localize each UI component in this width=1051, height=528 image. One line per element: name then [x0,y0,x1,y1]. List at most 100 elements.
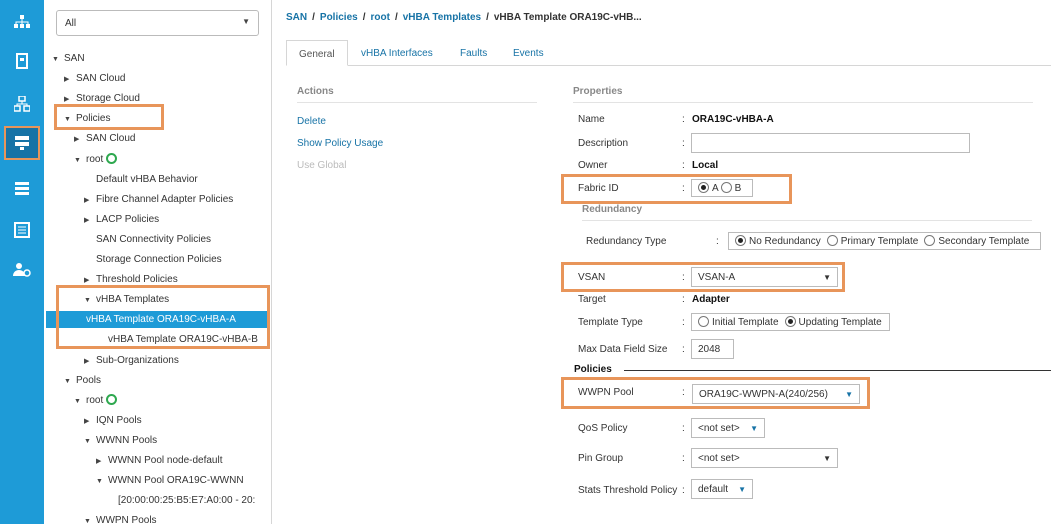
caret-right-icon[interactable]: ▶ [84,214,96,227]
fabric-b-radio[interactable]: B [719,182,741,194]
delete-link[interactable]: Delete [297,116,326,127]
user-settings-icon[interactable] [0,252,44,288]
caret-down-icon[interactable]: ▼ [96,475,108,488]
caret-right-icon[interactable]: ▶ [96,455,108,468]
caret-right-icon[interactable]: ▶ [74,133,86,146]
qos-policy-label: QoS Policy [578,423,628,434]
breadcrumb-link[interactable]: root [371,12,390,23]
tree-node[interactable]: ▶ SAN Cloud [64,72,125,86]
tree-node[interactable]: ▼ Pools [64,374,101,388]
caret-right-icon[interactable]: ▶ [84,415,96,428]
tree-node[interactable]: ▼ root [74,393,118,408]
initial-template-radio[interactable]: Initial Template [696,316,779,328]
tree-node[interactable]: ▶ SAN Cloud [74,132,135,146]
updating-template-radio[interactable]: Updating Template [783,316,882,328]
tree-node[interactable]: ▶ IQN Pools [84,414,142,428]
tree-node[interactable]: ▶ Threshold Policies [84,273,178,287]
breadcrumb: SAN / Policies / root / vHBA Templates / vHBA Te… [286,12,642,23]
caret-right-icon[interactable]: ▶ [64,73,76,86]
tree-node-label: SAN [64,53,85,64]
primary-template-radio[interactable]: Primary Template [825,235,918,247]
description-input[interactable] [691,133,970,153]
tree-node[interactable]: [20:00:00:25:B5:E7:A0:00 - 20: [118,494,255,507]
tree-node[interactable]: vHBA Template ORA19C-vHBA-A [46,311,268,329]
breadcrumb-current: vHBA Template ORA19C-vHB... [493,12,642,23]
tree-node-label: LACP Policies [96,213,160,225]
topology-icon[interactable] [0,4,44,40]
caret-down-icon[interactable]: ▼ [84,515,96,528]
tree-node[interactable]: ▼ Policies [64,112,110,126]
fabric-a-radio[interactable]: A [696,182,719,194]
caret-down-icon[interactable]: ▼ [64,113,76,126]
redundancy-type-radio-group: No Redundancy Primary Template Secondary… [728,232,1041,250]
tree-node[interactable]: ▶ Sub-Organizations [84,354,179,368]
vsan-select[interactable]: VSAN-A ▼ [691,267,838,287]
tab-vhba-interfaces[interactable]: vHBA Interfaces [349,40,445,66]
tree-node[interactable]: ▼ WWNN Pools [84,434,157,448]
colon: : [682,160,685,171]
navigation-tree: All ▼ ▼ SAN ▶ SAN Cloud ▶ Storage Cloud ▼ Polic… [44,0,272,526]
max-data-field-input[interactable]: 2048 [691,339,734,359]
tab-general[interactable]: General [286,40,348,66]
tree-node[interactable]: SAN Connectivity Policies [96,233,211,246]
tree-node[interactable]: Storage Connection Policies [96,253,222,266]
tree-node[interactable]: ▶ WWNN Pool node-default [96,454,223,468]
colon: : [682,423,685,434]
device-icon[interactable] [0,43,44,79]
caret-down-icon[interactable]: ▼ [52,53,64,66]
network-icon[interactable] [0,86,44,122]
org-root-icon [106,152,118,164]
pin-group-select[interactable]: <not set> ▼ [691,448,838,468]
chevron-down-icon: ▼ [738,485,746,494]
caret-right-icon[interactable]: ▶ [64,93,76,106]
caret-right-icon[interactable]: ▶ [84,355,96,368]
admin-icon[interactable] [0,212,44,248]
chevron-down-icon: ▼ [823,454,831,463]
main-content: SAN / Policies / root / vHBA Templates / vHBA Te… [272,0,1051,524]
tree-node[interactable]: ▼ WWNN Pool ORA19C-WWNN [96,474,244,488]
tree-node[interactable]: Default vHBA Behavior [96,173,198,186]
tree-node[interactable]: ▼ root [74,152,118,167]
radio-empty-icon [720,182,732,193]
stats-threshold-select[interactable]: default ▼ [691,479,753,499]
breadcrumb-link[interactable]: SAN [286,12,307,23]
stats-threshold-label: Stats Threshold Policy [578,485,678,496]
tree-node-label: [20:00:00:25:B5:E7:A0:00 - 20: [118,495,256,507]
redundancy-type-label: Redundancy Type [586,236,667,247]
no-redundancy-radio[interactable]: No Redundancy [733,235,821,247]
tree-node[interactable]: ▼ SAN [52,52,85,66]
caret-down-icon[interactable]: ▼ [74,154,86,167]
tab-events[interactable]: Events [501,40,556,66]
radio-empty-icon [826,235,838,246]
breadcrumb-separator: / [362,12,366,23]
breadcrumb-link[interactable]: vHBA Templates [403,12,481,23]
caret-down-icon[interactable]: ▼ [84,435,96,448]
colon: : [682,114,685,125]
tree-node-label: WWNN Pool node-default [108,455,223,466]
caret-right-icon[interactable]: ▶ [84,274,96,287]
breadcrumb-link[interactable]: Policies [320,12,358,23]
tree-node[interactable]: vHBA Template ORA19C-vHBA-B [108,333,258,346]
name-value: ORA19C-vHBA-A [692,114,774,125]
caret-right-icon[interactable]: ▶ [84,194,96,207]
qos-policy-select[interactable]: <not set> ▼ [691,418,765,438]
storage-icon[interactable] [4,126,40,160]
tree-node[interactable]: ▶ Storage Cloud [64,92,140,106]
list-icon[interactable] [0,170,44,206]
secondary-template-radio[interactable]: Secondary Template [922,235,1029,247]
tree-node-label: WWPN Pools [96,515,157,527]
tree-node-label: SAN Cloud [76,73,126,85]
nav-rail [0,0,44,524]
caret-down-icon[interactable]: ▼ [64,375,76,388]
target-value: Adapter [692,294,730,305]
tree-node[interactable]: ▼ WWPN Pools [84,514,157,528]
caret-down-icon[interactable]: ▼ [74,395,86,408]
tree-node[interactable]: ▼ vHBA Templates [84,293,169,307]
show-policy-usage-link[interactable]: Show Policy Usage [297,138,383,149]
tree-node[interactable]: ▶ Fibre Channel Adapter Policies [84,193,233,207]
tree-filter-select[interactable]: All ▼ [56,10,259,36]
tree-node[interactable]: ▶ LACP Policies [84,213,159,227]
tab-faults[interactable]: Faults [448,40,499,66]
wwpn-pool-select[interactable]: ORA19C-WWPN-A(240/256) ▼ [692,384,860,404]
caret-down-icon[interactable]: ▼ [84,294,96,307]
